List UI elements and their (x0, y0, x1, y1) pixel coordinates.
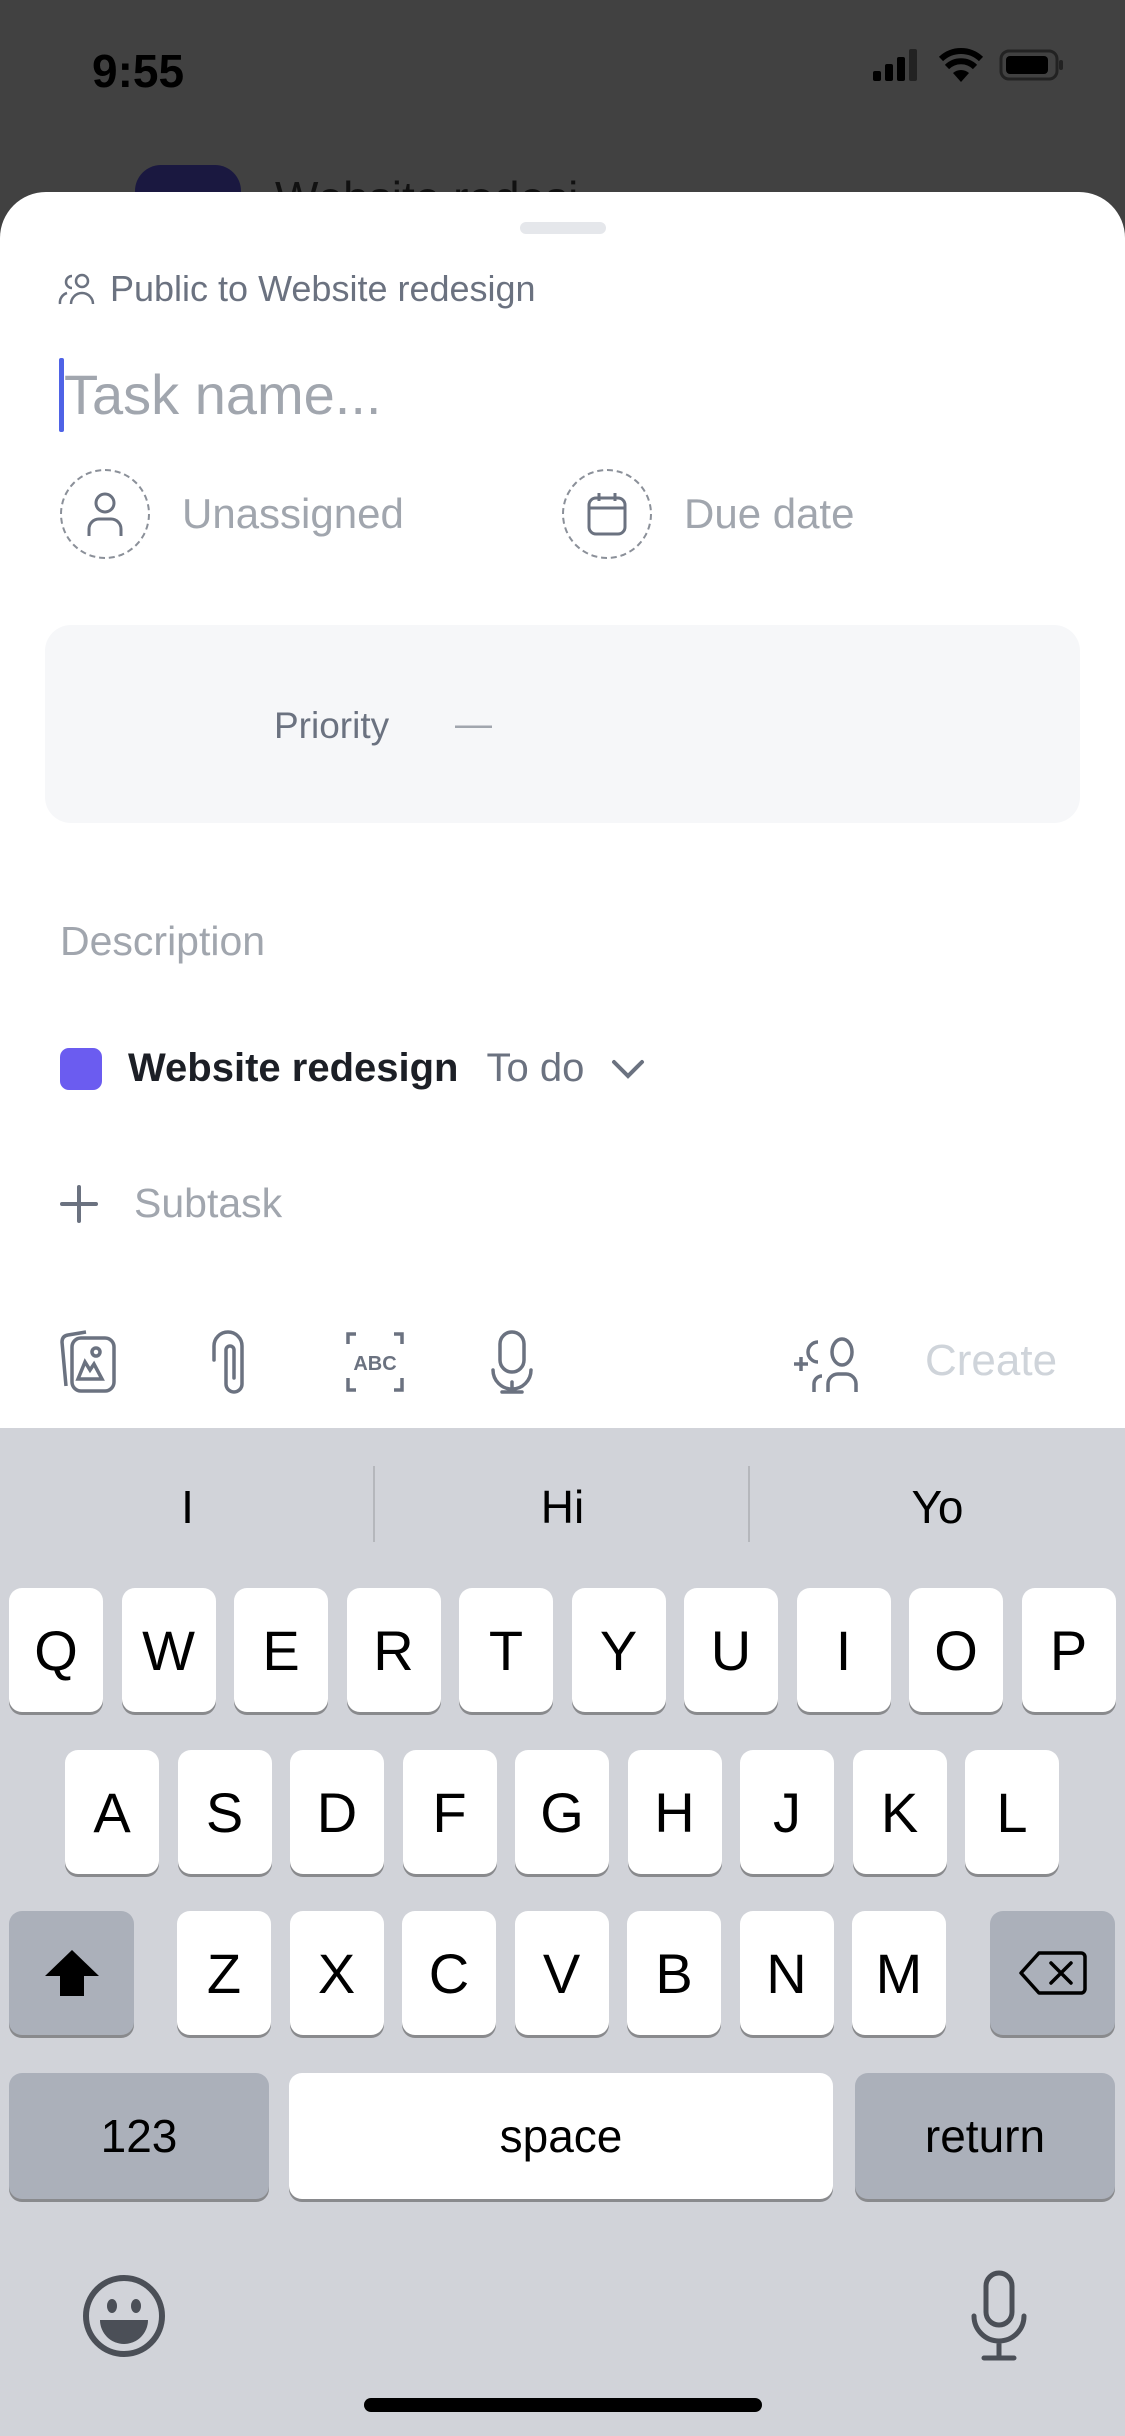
photo-icon[interactable] (58, 1330, 120, 1394)
key-s[interactable]: S (177, 1750, 272, 1874)
key-w[interactable]: W (121, 1588, 216, 1712)
signal-icon (873, 49, 917, 81)
due-date-circle (562, 469, 652, 559)
task-name-input[interactable]: Task name... (64, 362, 381, 427)
person-icon (87, 492, 123, 536)
suggestion-3[interactable]: Yo (750, 1480, 1125, 1534)
key-p[interactable]: P (1021, 1588, 1116, 1712)
visibility-text: Public to Website redesign (110, 268, 536, 309)
key-t[interactable]: T (459, 1588, 553, 1712)
project-status-selector[interactable]: Website redesign To do (60, 1046, 646, 1091)
key-a[interactable]: A (65, 1750, 159, 1874)
priority-label: Priority (274, 705, 390, 746)
assignee-label: Unassigned (182, 490, 404, 537)
key-z[interactable]: Z (177, 1911, 271, 2035)
key-l[interactable]: L (965, 1750, 1059, 1874)
return-key[interactable]: return (855, 2073, 1115, 2199)
shift-key[interactable] (9, 1911, 134, 2035)
create-button[interactable]: Create (925, 1336, 1057, 1386)
key-b[interactable]: B (627, 1911, 721, 2035)
key-m[interactable]: M (852, 1911, 946, 2035)
suggestion-1[interactable]: I (0, 1480, 375, 1534)
description-input[interactable]: Description (60, 918, 265, 965)
shift-icon (44, 1950, 99, 1996)
priority-field[interactable]: Priority — (45, 625, 1080, 823)
key-v[interactable]: V (514, 1911, 609, 2035)
battery-icon (999, 49, 1063, 81)
add-people-icon[interactable] (792, 1336, 868, 1394)
sheet-drag-handle[interactable] (520, 222, 606, 234)
svg-text:ABC: ABC (353, 1353, 396, 1375)
key-q[interactable]: Q (9, 1588, 103, 1712)
key-o[interactable]: O (909, 1588, 1003, 1712)
status-time: 9:55 (92, 45, 185, 97)
status-label: To do (486, 1046, 585, 1090)
space-key[interactable]: space (289, 2073, 833, 2199)
scan-text-icon[interactable]: ABC (344, 1330, 406, 1394)
add-subtask-button[interactable]: Subtask (60, 1180, 282, 1227)
people-icon (58, 273, 95, 305)
chevron-down-icon (612, 1059, 645, 1079)
suggestion-2[interactable]: Hi (375, 1480, 750, 1534)
key-r[interactable]: R (346, 1588, 441, 1712)
key-y[interactable]: Y (571, 1588, 666, 1712)
key-x[interactable]: X (289, 1911, 384, 2035)
dictation-mic-icon[interactable] (970, 2270, 1028, 2362)
key-f[interactable]: F (402, 1750, 497, 1874)
microphone-icon[interactable] (490, 1330, 534, 1394)
due-date-button[interactable]: Due date (562, 469, 854, 559)
key-i[interactable]: I (796, 1588, 891, 1712)
key-g[interactable]: G (515, 1750, 609, 1874)
backspace-icon (1018, 1951, 1087, 1995)
visibility-label[interactable]: Public to Website redesign (58, 268, 536, 310)
key-j[interactable]: J (740, 1750, 834, 1874)
key-e[interactable]: E (234, 1588, 328, 1712)
status-icons (873, 48, 1065, 82)
key-k[interactable]: K (852, 1750, 947, 1874)
key-c[interactable]: C (402, 1911, 496, 2035)
key-d[interactable]: D (290, 1750, 384, 1874)
plus-icon (60, 1184, 98, 1223)
key-n[interactable]: N (739, 1911, 834, 2035)
numbers-key[interactable]: 123 (9, 2073, 269, 2199)
paperclip-icon[interactable] (210, 1330, 254, 1394)
key-h[interactable]: H (627, 1750, 722, 1874)
emoji-icon[interactable] (82, 2274, 166, 2358)
assignee-circle (60, 469, 150, 559)
key-u[interactable]: U (684, 1588, 778, 1712)
subtask-label: Subtask (134, 1180, 283, 1226)
due-date-label: Due date (684, 490, 855, 537)
calendar-icon (587, 493, 627, 536)
project-color-swatch (60, 1047, 102, 1090)
wifi-icon (939, 48, 983, 82)
delete-key[interactable] (990, 1911, 1115, 2035)
priority-value: — (455, 703, 492, 744)
project-name: Website redesign (128, 1046, 459, 1090)
assignee-button[interactable]: Unassigned (60, 469, 404, 559)
home-indicator (364, 2398, 762, 2412)
